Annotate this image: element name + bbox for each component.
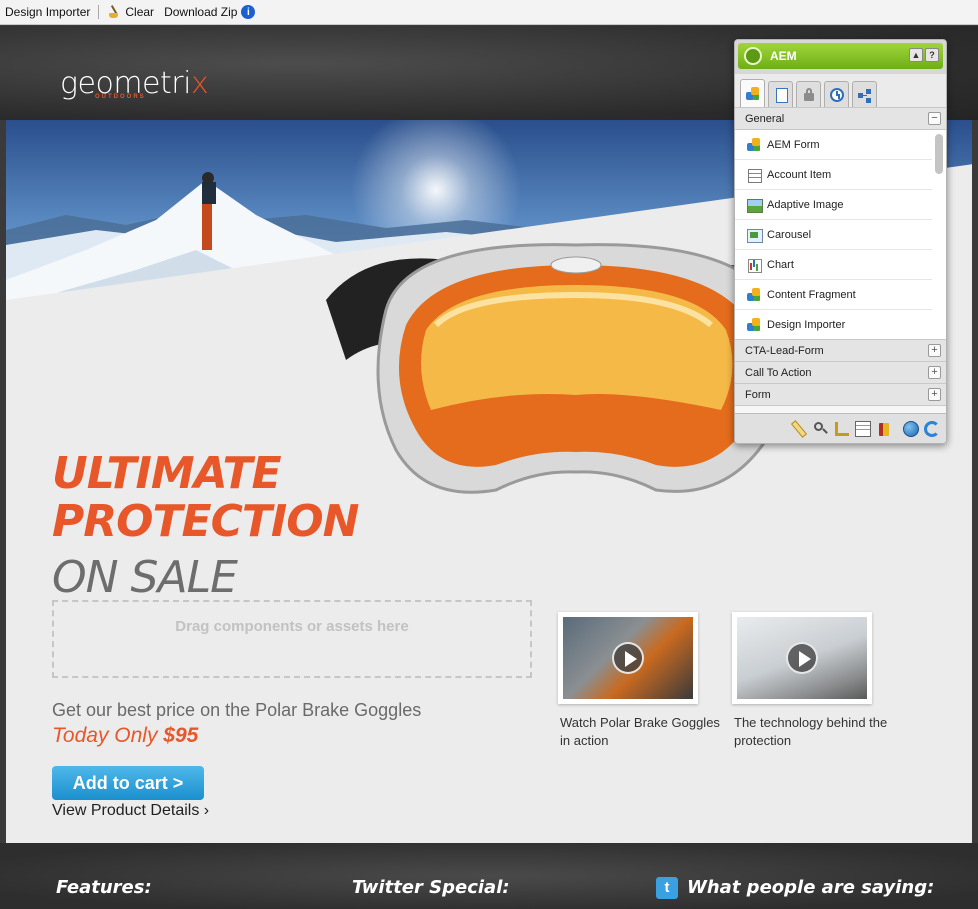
list-scrollbar[interactable]: [935, 134, 943, 174]
group-general-header[interactable]: General −: [735, 108, 946, 130]
group-cta-lead-form-header[interactable]: CTA-Lead-Form +: [735, 340, 946, 362]
component-item-design-importer[interactable]: Design Importer: [735, 310, 932, 339]
tab-lock[interactable]: [796, 81, 821, 107]
tab-components[interactable]: [740, 79, 765, 107]
component-label: Design Importer: [767, 318, 846, 331]
component-item-aem-form[interactable]: AEM Form: [735, 130, 932, 160]
download-zip-button[interactable]: Download Zip i: [159, 5, 260, 19]
component-item-carousel[interactable]: Carousel: [735, 220, 932, 250]
headline: ULTIMATE PROTECTION: [52, 448, 360, 547]
sidekick-tabs: [735, 74, 946, 108]
chart-icon: [747, 258, 762, 273]
group-form-header[interactable]: Form +: [735, 384, 946, 406]
reload-icon[interactable]: [924, 420, 940, 437]
broom-icon: [107, 5, 121, 19]
design-importer-title: Design Importer: [0, 5, 95, 19]
clock-icon: [829, 87, 844, 102]
collapse-icon[interactable]: −: [928, 112, 941, 125]
tab-versioning[interactable]: [824, 81, 849, 107]
sidekick-footer-toolbar: [735, 413, 946, 443]
component-list: AEM Form Account Item Adaptive Image Car…: [735, 130, 946, 340]
logo-x: x: [190, 66, 209, 101]
expand-icon[interactable]: +: [928, 388, 941, 401]
toolbar-separator: [98, 5, 100, 19]
logo-tagline: OUTDOORS: [95, 94, 146, 100]
footer-band: Features: Twitter Special: What people a…: [0, 843, 978, 909]
skier-figure: [202, 200, 212, 250]
design-icon[interactable]: [834, 421, 850, 437]
help-button[interactable]: ?: [925, 48, 939, 62]
dropzone-hint: Drag components or assets here: [175, 617, 409, 635]
play-icon[interactable]: [786, 642, 818, 674]
group-label: Form: [745, 388, 771, 401]
component-item-content-fragment[interactable]: Content Fragment: [735, 280, 932, 310]
component-label: AEM Form: [767, 138, 820, 151]
features-heading: Features:: [56, 877, 152, 898]
today-only-label: Today Only: [52, 724, 164, 747]
publish-icon[interactable]: [903, 420, 919, 437]
video-preview-snowshoe: [737, 617, 867, 699]
twitter-special-heading: Twitter Special:: [352, 877, 510, 898]
design-importer-label: Design Importer: [5, 5, 91, 19]
sidekick-title-bar[interactable]: AEM ▲ ?: [738, 43, 943, 69]
video-caption-2[interactable]: The technology behind the protection: [734, 714, 894, 750]
group-general-label: General: [745, 112, 785, 125]
component-item-chart[interactable]: Chart: [735, 250, 932, 280]
video-preview-skier: [563, 617, 693, 699]
page-icon: [774, 87, 788, 103]
lock-icon: [802, 87, 816, 102]
headline-line-2: PROTECTION: [52, 496, 360, 547]
component-dropzone[interactable]: Drag components or assets here: [52, 600, 532, 678]
aem-sidekick[interactable]: AEM ▲ ? General − AEM Form Account Item …: [734, 39, 947, 444]
tab-page[interactable]: [768, 81, 793, 107]
expand-icon[interactable]: +: [928, 366, 941, 379]
headline-on-sale: ON SALE: [52, 552, 238, 603]
carousel-icon: [747, 228, 763, 243]
video-caption-1[interactable]: Watch Polar Brake Goggles in action: [560, 714, 720, 750]
headline-line-1: ULTIMATE: [52, 448, 282, 499]
component-label: Account Item: [767, 168, 832, 181]
component-item-adaptive-image[interactable]: Adaptive Image: [735, 190, 932, 220]
video-thumbnail-2[interactable]: [732, 612, 872, 704]
tab-workflow[interactable]: [852, 81, 877, 107]
expand-icon[interactable]: +: [928, 344, 941, 357]
component-icon: [747, 287, 761, 302]
component-item-account-item[interactable]: Account Item: [735, 160, 932, 190]
sidekick-header: AEM ▲ ?: [735, 40, 946, 74]
image-icon: [747, 198, 763, 213]
aem-logo-icon: [744, 47, 762, 65]
clear-label: Clear: [125, 5, 155, 19]
delete-icon[interactable]: [876, 421, 892, 437]
component-label: Carousel: [767, 228, 812, 241]
edit-mode-icon[interactable]: [790, 419, 808, 438]
group-label: CTA-Lead-Form: [745, 344, 824, 357]
today-only-text: Today Only $95: [52, 724, 198, 748]
component-label: Adaptive Image: [767, 198, 844, 211]
clear-button[interactable]: Clear: [102, 5, 159, 19]
component-label: Content Fragment: [767, 288, 856, 301]
component-icon: [747, 317, 761, 332]
group-call-to-action-header[interactable]: Call To Action +: [735, 362, 946, 384]
component-icon: [747, 137, 761, 152]
preview-icon[interactable]: [813, 421, 829, 437]
promo-text: Get our best price on the Polar Brake Go…: [52, 700, 422, 720]
view-product-details-link[interactable]: View Product Details ›: [52, 802, 209, 820]
workflow-icon: [857, 88, 872, 102]
group-label: Call To Action: [745, 366, 812, 379]
page-properties-icon[interactable]: [855, 420, 871, 437]
twitter-icon[interactable]: t: [656, 877, 678, 899]
design-importer-toolbar: Design Importer Clear Download Zip i: [0, 0, 978, 25]
add-to-cart-button[interactable]: Add to cart >: [52, 766, 204, 800]
collapse-sidekick-button[interactable]: ▲: [909, 48, 923, 62]
info-icon[interactable]: i: [241, 5, 256, 19]
component-label: Chart: [767, 258, 794, 271]
account-item-icon: [747, 168, 762, 183]
sidekick-title: AEM: [770, 49, 797, 63]
components-icon: [745, 86, 760, 101]
download-zip-label: Download Zip: [164, 5, 238, 19]
play-icon[interactable]: [612, 642, 644, 674]
testimonials-heading: What people are saying:: [687, 877, 935, 898]
price: $95: [163, 724, 199, 747]
video-thumbnail-1[interactable]: [558, 612, 698, 704]
